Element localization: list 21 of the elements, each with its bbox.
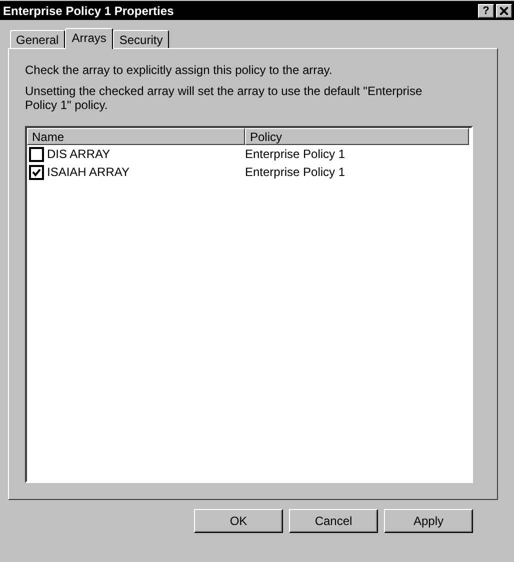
policy-cell: Enterprise Policy 1	[245, 147, 346, 161]
array-name: ISAIAH ARRAY	[47, 165, 130, 179]
checkbox[interactable]	[29, 146, 44, 162]
tab[interactable]: Arrays	[64, 28, 114, 49]
close-button[interactable]	[496, 4, 512, 18]
instruction-text: Check the array to explicitly assign this policy to the array.	[25, 63, 334, 77]
tab[interactable]: General	[10, 30, 65, 48]
column-header[interactable]: Policy	[245, 128, 469, 145]
column-header[interactable]: Name	[27, 128, 245, 145]
tab[interactable]: Security	[113, 30, 169, 48]
apply-button[interactable]: Apply	[384, 509, 473, 533]
help-button[interactable]: ?	[478, 4, 494, 18]
array-name: DIS ARRAY	[47, 147, 110, 161]
checkmark-icon	[32, 168, 41, 176]
policy-cell: Enterprise Policy 1	[245, 165, 346, 179]
window-title: Enterprise Policy 1 Properties	[3, 4, 175, 18]
close-icon	[500, 6, 508, 14]
cancel-button[interactable]: Cancel	[289, 509, 378, 533]
instruction-text: Unsetting the checked array will set the array to use the default "Enterprise Policy 1" policy.	[25, 84, 424, 112]
checkbox[interactable]	[29, 164, 44, 180]
ok-button[interactable]: OK	[194, 509, 283, 533]
